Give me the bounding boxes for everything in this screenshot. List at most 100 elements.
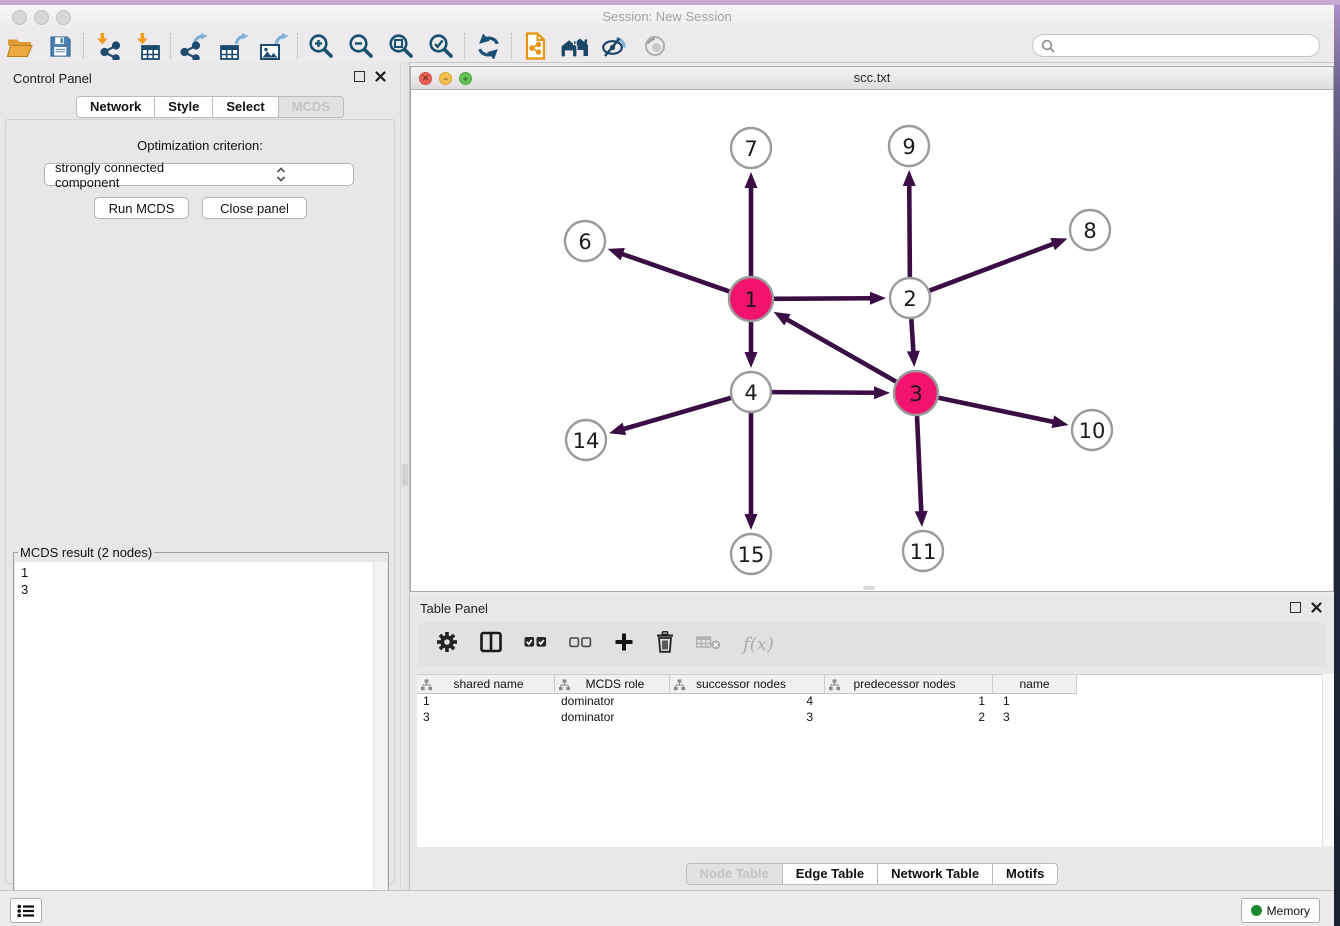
- cell-predecessor-nodes[interactable]: 1: [825, 694, 993, 710]
- table-scrollbar[interactable]: [1322, 674, 1334, 846]
- zoom-selected-icon[interactable]: [421, 31, 461, 61]
- column-header-successor-nodes[interactable]: successor nodes: [670, 675, 825, 693]
- add-column-icon[interactable]: [614, 632, 634, 657]
- tab-motifs[interactable]: Motifs: [993, 863, 1058, 885]
- home-icon[interactable]: [555, 31, 595, 61]
- tab-network-table[interactable]: Network Table: [878, 863, 993, 885]
- network-close-button[interactable]: ✕: [419, 72, 432, 85]
- mcds-result-list[interactable]: 1 3: [15, 562, 387, 917]
- window-zoom-button[interactable]: [56, 10, 71, 25]
- graph-edge-4-14[interactable]: [609, 398, 731, 435]
- zoom-in-icon[interactable]: [301, 31, 341, 61]
- show-columns-icon[interactable]: [480, 631, 502, 658]
- export-table-icon[interactable]: [214, 31, 254, 61]
- graph-edge-3-10[interactable]: [939, 398, 1069, 428]
- cell-name[interactable]: 1: [993, 694, 1077, 710]
- close-table-panel-icon[interactable]: [1311, 602, 1322, 613]
- graph-edge-2-8[interactable]: [930, 238, 1068, 291]
- cell-predecessor-nodes[interactable]: 2: [825, 710, 993, 726]
- float-table-panel-icon[interactable]: [1290, 602, 1301, 613]
- tab-node-table[interactable]: Node Table: [686, 863, 783, 885]
- network-minimize-button[interactable]: −: [439, 72, 452, 85]
- graph-node-10[interactable]: 10: [1072, 410, 1112, 450]
- show-panels-menu-button[interactable]: [10, 898, 42, 923]
- table-settings-icon[interactable]: [436, 631, 458, 658]
- graph-node-7[interactable]: 7: [731, 128, 771, 168]
- splitter-grip[interactable]: [402, 464, 408, 486]
- close-panel-button[interactable]: Close panel: [202, 197, 307, 219]
- network-maximize-button[interactable]: +: [459, 72, 472, 85]
- graph-node-6[interactable]: 6: [565, 221, 605, 261]
- cell-shared-name[interactable]: 3: [417, 710, 555, 726]
- tab-edge-table[interactable]: Edge Table: [783, 863, 878, 885]
- zoom-fit-icon[interactable]: [381, 31, 421, 61]
- graph-node-1[interactable]: 1: [729, 277, 773, 321]
- tab-select[interactable]: Select: [213, 96, 278, 118]
- zoom-out-icon[interactable]: [341, 31, 381, 61]
- criterion-dropdown[interactable]: strongly connected component: [44, 163, 354, 186]
- column-header-predecessor-nodes[interactable]: predecessor nodes: [825, 675, 993, 693]
- graph-edge-1-6[interactable]: [608, 248, 730, 291]
- table-row[interactable]: 1 dominator 4 1 1: [417, 694, 1322, 710]
- network-canvas[interactable]: 7 9 6 8 1 2 4 3 14 10 15 11: [411, 90, 1333, 592]
- graph-edge-3-1[interactable]: [774, 312, 896, 382]
- open-session-icon[interactable]: [0, 31, 40, 61]
- cell-shared-name[interactable]: 1: [417, 694, 555, 710]
- select-all-columns-icon[interactable]: [524, 634, 547, 655]
- graph-edge-2-9[interactable]: [903, 170, 916, 277]
- float-panel-icon[interactable]: [354, 71, 365, 82]
- panel-splitter[interactable]: [400, 62, 410, 890]
- run-mcds-button[interactable]: Run MCDS: [94, 197, 189, 219]
- search-input[interactable]: [1055, 36, 1319, 56]
- save-session-icon[interactable]: [40, 31, 80, 61]
- export-image-icon[interactable]: [254, 31, 294, 61]
- network-window-titlebar[interactable]: ✕ − + scc.txt: [411, 67, 1333, 90]
- delete-columns-icon[interactable]: [656, 631, 674, 658]
- deselect-all-columns-icon[interactable]: [569, 634, 592, 655]
- canvas-resize-grip[interactable]: [863, 586, 875, 590]
- tab-network[interactable]: Network: [76, 96, 155, 118]
- control-panel: Control Panel Network Style Select MCDS …: [0, 62, 400, 890]
- column-header-shared-name[interactable]: shared name: [417, 675, 555, 693]
- graph-edge-1-7[interactable]: [745, 172, 758, 276]
- graph-edge-4-3[interactable]: [772, 386, 890, 399]
- graph-node-4[interactable]: 4: [731, 372, 771, 412]
- graph-edge-3-11[interactable]: [915, 416, 928, 527]
- table-panel-title: Table Panel: [420, 601, 488, 616]
- graph-node-2[interactable]: 2: [890, 278, 930, 318]
- close-panel-icon[interactable]: [375, 71, 386, 82]
- graph-node-3[interactable]: 3: [894, 371, 938, 415]
- graph-edge-1-2[interactable]: [774, 292, 886, 305]
- cell-successor-nodes[interactable]: 3: [670, 710, 825, 726]
- graph-node-14[interactable]: 14: [566, 420, 606, 460]
- column-header-name[interactable]: name: [993, 675, 1077, 693]
- tab-mcds[interactable]: MCDS: [279, 96, 344, 118]
- graph-node-15[interactable]: 15: [731, 534, 771, 574]
- cell-mcds-role[interactable]: dominator: [555, 694, 670, 710]
- result-scrollbar[interactable]: [373, 562, 387, 917]
- import-network-icon[interactable]: [87, 31, 127, 61]
- cell-mcds-role[interactable]: dominator: [555, 710, 670, 726]
- tab-style[interactable]: Style: [155, 96, 213, 118]
- graph-node-11[interactable]: 11: [903, 531, 943, 571]
- cell-name[interactable]: 3: [993, 710, 1077, 726]
- column-header-mcds-role[interactable]: MCDS role: [555, 675, 670, 693]
- control-panel-title: Control Panel: [13, 71, 92, 86]
- table-row[interactable]: 3 dominator 3 2 3: [417, 710, 1322, 726]
- window-minimize-button[interactable]: [34, 10, 49, 25]
- hide-panels-eye-icon[interactable]: [595, 31, 635, 61]
- graph-edge-4-15[interactable]: [745, 413, 758, 530]
- memory-button[interactable]: Memory: [1241, 898, 1320, 923]
- network-from-file-icon[interactable]: [515, 31, 555, 61]
- import-table-icon[interactable]: [127, 31, 167, 61]
- graph-node-9[interactable]: 9: [889, 126, 929, 166]
- cell-successor-nodes[interactable]: 4: [670, 694, 825, 710]
- graph-edge-1-4[interactable]: [745, 322, 758, 368]
- refresh-icon[interactable]: [468, 31, 508, 61]
- graph-node-8[interactable]: 8: [1070, 210, 1110, 250]
- global-search[interactable]: [1032, 34, 1320, 57]
- graph-edge-2-3[interactable]: [907, 319, 920, 367]
- window-close-button[interactable]: [12, 10, 27, 25]
- export-network-icon[interactable]: [174, 31, 214, 61]
- node-table[interactable]: shared name MCDS role successor nodes pr…: [417, 674, 1322, 847]
